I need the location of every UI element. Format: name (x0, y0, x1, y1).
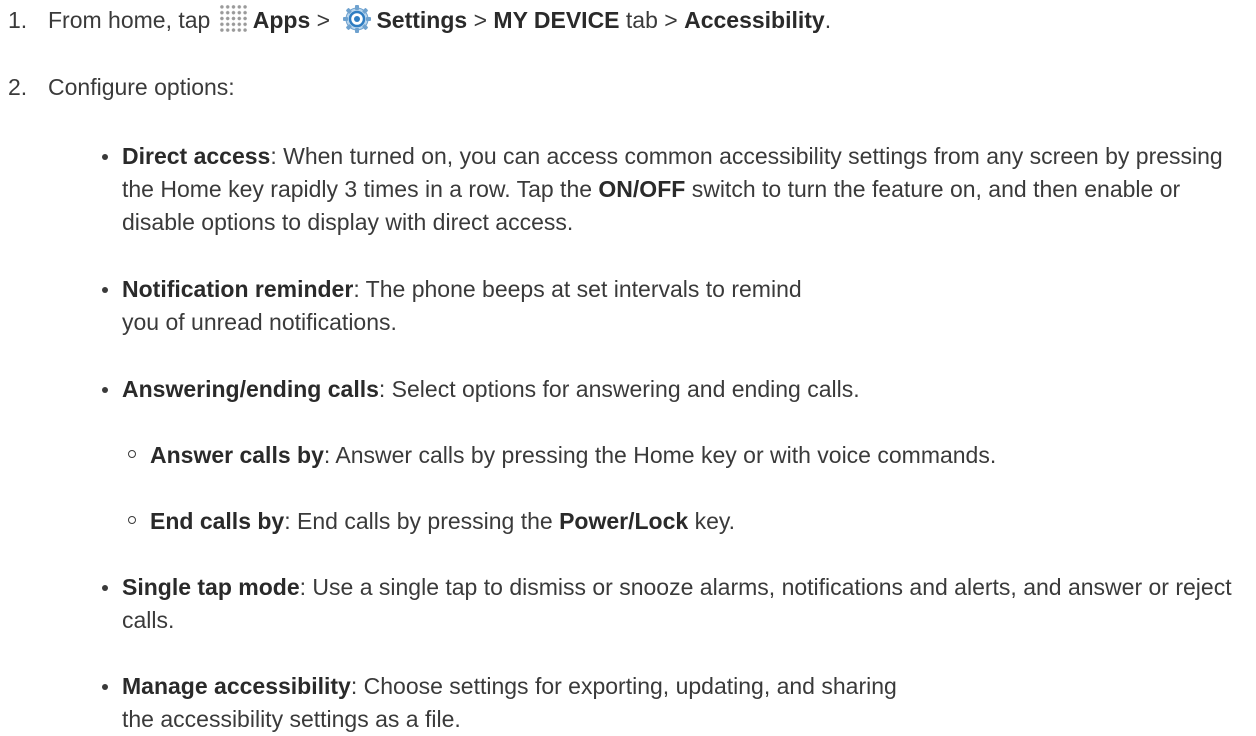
bullet-dot (102, 287, 108, 293)
step-number: 1. (8, 7, 28, 33)
apps-grid-icon (218, 4, 249, 32)
option-text: Notification reminder: The phone beeps a… (102, 273, 842, 339)
suboption-text: Answer calls by: Answer calls by pressin… (128, 439, 1248, 472)
option-text: Direct access: When turned on, you can a… (102, 140, 1252, 239)
option-answering-calls: Answering/ending calls: Select options f… (102, 373, 1252, 406)
option-term: Answering/ending calls (122, 376, 379, 402)
suboption-desc: key. (688, 508, 736, 534)
option-term: Manage accessibility (122, 673, 351, 699)
option-text: Answering/ending calls: Select options f… (102, 373, 1252, 406)
sub-bullet-ring (128, 450, 136, 458)
separator: tab > (619, 7, 685, 33)
step-2: 2. Configure options: (8, 71, 235, 104)
accessibility-label: Accessibility (684, 7, 825, 33)
period: . (824, 7, 832, 33)
option-notification-reminder: Notification reminder: The phone beeps a… (102, 273, 1252, 339)
bullet-dot (102, 684, 108, 690)
apps-label: Apps (252, 7, 311, 33)
suboption-text: End calls by: End calls by pressing the … (128, 505, 1248, 538)
switch-label: ON/OFF (598, 176, 686, 202)
separator: > (310, 7, 337, 33)
option-text: Single tap mode: Use a single tap to dis… (102, 571, 1252, 637)
step-text: Configure options: (48, 74, 235, 100)
bullet-dot (102, 154, 108, 160)
step-1: 1. From home, tap Apps > Settings > MY DE… (8, 4, 831, 37)
option-term: Notification reminder (122, 276, 354, 302)
option-manage-accessibility: Manage accessibility: Choose settings fo… (102, 670, 1252, 736)
option-text: Manage accessibility: Choose settings fo… (102, 670, 932, 736)
suboption-term: End calls by (150, 508, 285, 534)
option-term: Direct access (122, 143, 271, 169)
option-single-tap-mode: Single tap mode: Use a single tap to dis… (102, 571, 1252, 637)
suboption-desc: : Answer calls by pressing the Home key … (323, 442, 997, 468)
suboption-end-calls-by: End calls by: End calls by pressing the … (128, 505, 1248, 538)
suboption-term: Answer calls by (150, 442, 324, 468)
sub-bullet-ring (128, 516, 136, 524)
suboption-answer-calls-by: Answer calls by: Answer calls by pressin… (128, 439, 1248, 472)
option-direct-access: Direct access: When turned on, you can a… (102, 140, 1252, 239)
step-number: 2. (8, 74, 28, 100)
step-text: From home, tap (48, 7, 217, 33)
settings-label: Settings (376, 7, 468, 33)
suboption-desc: : End calls by pressing the (284, 508, 560, 534)
tab-label: MY DEVICE (493, 7, 620, 33)
bullet-dot (102, 387, 108, 393)
option-desc: : Select options for answering and endin… (378, 376, 860, 402)
bullet-dot (102, 585, 108, 591)
option-term: Single tap mode (122, 574, 300, 600)
settings-gear-icon (343, 5, 372, 33)
key-label: Power/Lock (559, 508, 689, 534)
separator: > (467, 7, 494, 33)
